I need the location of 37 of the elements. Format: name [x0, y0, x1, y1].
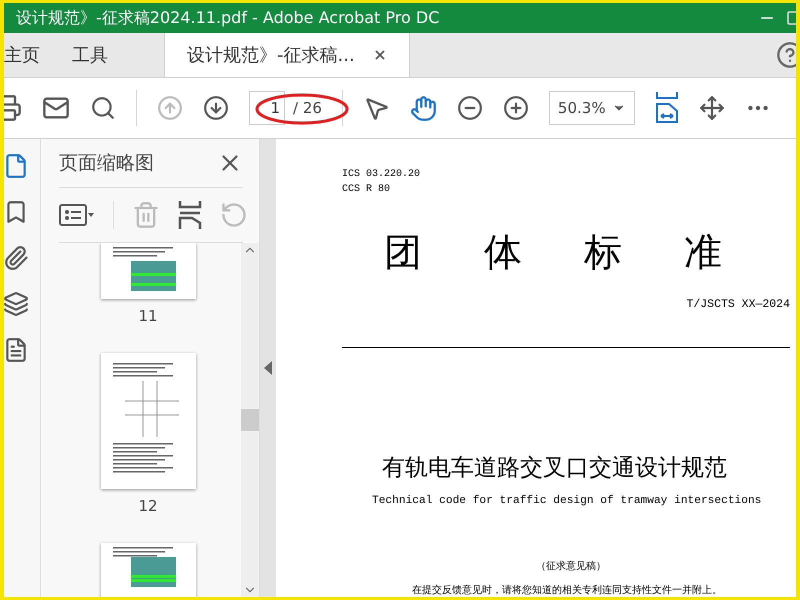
zoom-in-icon[interactable]	[502, 95, 529, 121]
ics-code: ICS 03.220.20	[342, 168, 422, 182]
zoom-select[interactable]: 50.3%	[548, 91, 635, 125]
zoom-out-icon[interactable]	[456, 95, 483, 121]
standard-number: T/JSCTS XX—2024	[686, 298, 790, 311]
page-thumbnail[interactable]	[100, 543, 196, 597]
fit-width-icon[interactable]	[654, 92, 679, 124]
panel-title: 页面缩略图	[59, 151, 154, 176]
document-title: 有轨电车道路交叉口交通设计规范	[382, 454, 728, 483]
ccs-code: CCS R 80	[342, 183, 392, 197]
search-icon[interactable]	[90, 95, 116, 121]
scrollbar-thumb[interactable]	[241, 409, 259, 431]
tab[interactable]: 工具	[56, 33, 124, 77]
window-title: 设计规范》-征求稿2024.11.pdf - Adobe Acrobat Pro DC	[16, 8, 440, 28]
close-icon[interactable]	[372, 48, 387, 62]
page-number-field[interactable]: 1	[249, 91, 285, 125]
document-heading: 团 体 标 准	[384, 229, 724, 276]
attachments-icon[interactable]	[4, 245, 29, 271]
next-page-icon[interactable]	[203, 95, 229, 121]
document-subtitle: Technical code for traffic design of tramway intersections	[372, 495, 762, 507]
page-thumbnail[interactable]	[100, 243, 196, 299]
notice-text: 在提交反馈意见时，请将您知道的相关专利连同支持性文件一并附上。	[412, 584, 723, 597]
page-thumbnail[interactable]	[100, 353, 196, 489]
options-icon[interactable]	[59, 203, 95, 227]
layers-icon[interactable]	[4, 291, 29, 317]
page-total: / 26	[293, 99, 322, 117]
insert-page-icon[interactable]	[178, 201, 202, 229]
help-icon[interactable]	[776, 41, 796, 69]
fit-page-icon[interactable]	[698, 95, 725, 121]
page-number: 11	[138, 307, 158, 325]
page-number: 12	[138, 497, 158, 515]
draft-note: （征求意见稿）	[536, 560, 607, 573]
tab[interactable]: 设计规范》-征求稿...	[164, 33, 410, 77]
collapse-icon[interactable]	[264, 361, 272, 375]
scrollbar[interactable]	[241, 243, 259, 597]
hand-icon[interactable]	[410, 94, 437, 122]
tab[interactable]: 主页	[4, 33, 56, 77]
